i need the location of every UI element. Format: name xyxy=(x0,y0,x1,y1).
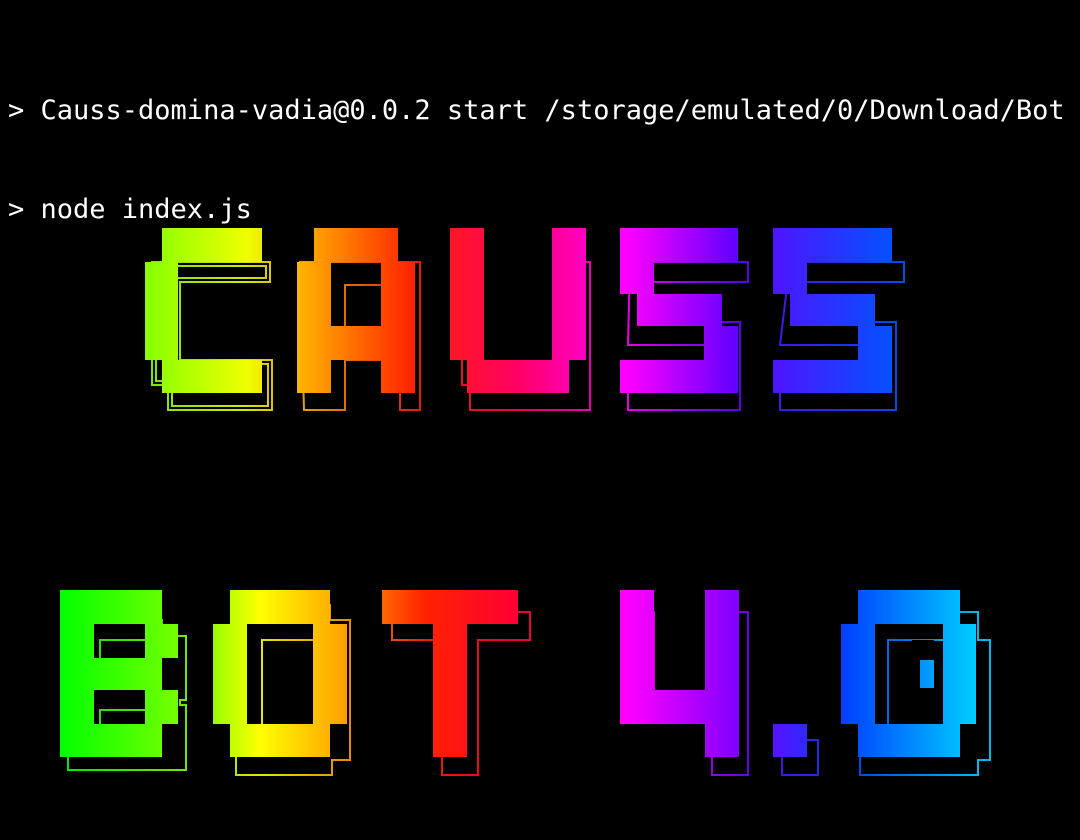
ascii-banner xyxy=(60,228,991,776)
banner-word-bot-4-0 xyxy=(60,590,991,776)
terminal-window: > Causs-domina-vadia@0.0.2 start /storag… xyxy=(0,0,1080,840)
banner-word-causs xyxy=(145,228,905,411)
